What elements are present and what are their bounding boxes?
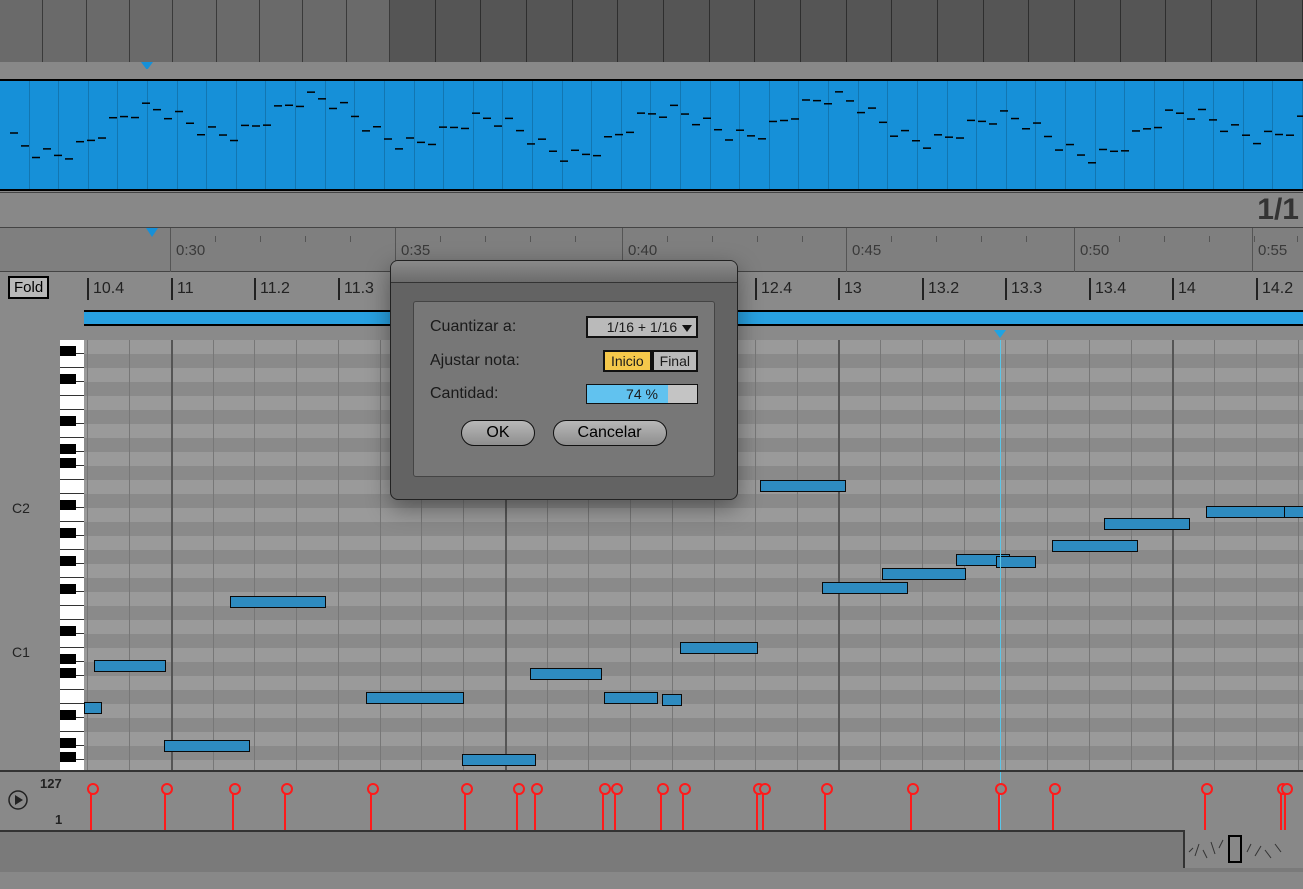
quantize-dialog: Cuantizar a: 1/16 + 1/16 Ajustar nota: I…: [390, 260, 738, 500]
midi-note[interactable]: [760, 480, 846, 492]
beat-ruler-label: 14.2: [1256, 278, 1293, 300]
cancel-button[interactable]: Cancelar: [553, 420, 667, 446]
beat-ruler-label: 12.4: [755, 278, 792, 300]
velocity-max-label: 127: [40, 776, 62, 791]
midi-note[interactable]: [530, 668, 602, 680]
beat-ruler-label: 10.4: [87, 278, 124, 300]
midi-note[interactable]: [230, 596, 326, 608]
midi-note[interactable]: [462, 754, 536, 766]
ok-button[interactable]: OK: [461, 420, 534, 446]
time-ruler-label: 0:50: [1080, 242, 1109, 259]
beat-ruler-label: 11.3: [338, 278, 374, 300]
velocity-marker[interactable]: [1280, 788, 1282, 830]
beat-ruler-label: 13: [838, 278, 862, 300]
velocity-marker[interactable]: [232, 788, 234, 830]
midi-note[interactable]: [662, 694, 682, 706]
quantize-resolution-select[interactable]: 1/16 + 1/16: [586, 316, 698, 338]
playhead-marker-icon[interactable]: [994, 330, 1006, 338]
velocity-marker[interactable]: [284, 788, 286, 830]
amount-label: Cantidad:: [430, 385, 586, 403]
velocity-marker[interactable]: [464, 788, 466, 830]
midi-clip-waveform: [0, 81, 1303, 193]
quantize-to-label: Cuantizar a:: [430, 318, 586, 336]
velocity-marker[interactable]: [534, 788, 536, 830]
midi-note[interactable]: [996, 556, 1036, 568]
velocity-marker[interactable]: [762, 788, 764, 830]
time-ruler-label: 0:40: [628, 242, 657, 259]
velocity-playhead: [1000, 772, 1001, 832]
adjust-start-toggle[interactable]: Inicio: [603, 350, 652, 372]
beat-ruler-label: 11.2: [254, 278, 290, 300]
midi-note[interactable]: [1206, 506, 1292, 518]
playhead[interactable]: [1000, 340, 1001, 770]
velocity-marker[interactable]: [1284, 788, 1286, 830]
piano-keyboard[interactable]: [60, 340, 84, 770]
velocity-min-label: 1: [55, 812, 62, 827]
velocity-marker[interactable]: [90, 788, 92, 830]
velocity-marker[interactable]: [910, 788, 912, 830]
midi-note[interactable]: [604, 692, 658, 704]
velocity-marker[interactable]: [516, 788, 518, 830]
key-label-c1: C1: [12, 644, 30, 660]
beat-ruler-label: 13.2: [922, 278, 959, 300]
time-ruler-label: 0:55: [1258, 242, 1287, 259]
clip-overview[interactable]: [0, 69, 1303, 192]
velocity-marker[interactable]: [1204, 788, 1206, 830]
midi-note[interactable]: [94, 660, 166, 672]
adjust-end-toggle[interactable]: Final: [652, 350, 698, 372]
adjust-note-label: Ajustar nota:: [430, 352, 603, 370]
grid-resolution-label: 1/1: [1257, 192, 1299, 228]
midi-note[interactable]: [1052, 540, 1138, 552]
fold-button[interactable]: Fold: [8, 276, 49, 299]
velocity-marker[interactable]: [614, 788, 616, 830]
play-icon[interactable]: [8, 790, 28, 810]
bottom-scrollbar[interactable]: [0, 830, 1303, 872]
velocity-marker[interactable]: [660, 788, 662, 830]
amount-slider[interactable]: 74 %: [586, 384, 698, 404]
time-ruler-label: 0:35: [401, 242, 430, 259]
midi-clip-overview[interactable]: [0, 79, 1303, 191]
beat-ruler-label: 14: [1172, 278, 1196, 300]
velocity-marker[interactable]: [824, 788, 826, 830]
velocity-marker[interactable]: [164, 788, 166, 830]
key-label-c2: C2: [12, 500, 30, 516]
beat-ruler-label: 11: [171, 278, 194, 300]
velocity-marker[interactable]: [682, 788, 684, 830]
velocity-marker[interactable]: [998, 788, 1000, 830]
midi-note[interactable]: [882, 568, 966, 580]
velocity-marker[interactable]: [602, 788, 604, 830]
midi-note[interactable]: [680, 642, 758, 654]
quantize-resolution-value: 1/16 + 1/16: [607, 319, 677, 335]
dialog-titlebar[interactable]: [391, 261, 737, 283]
midi-note[interactable]: [164, 740, 250, 752]
midi-note[interactable]: [1104, 518, 1190, 530]
midi-note[interactable]: [84, 702, 102, 714]
grid-resolution-row: [0, 192, 1303, 228]
midi-note[interactable]: [822, 582, 908, 594]
velocity-marker[interactable]: [370, 788, 372, 830]
bottom-minimap[interactable]: [1183, 830, 1303, 868]
velocity-marker[interactable]: [1052, 788, 1054, 830]
time-ruler-label: 0:45: [852, 242, 881, 259]
amount-value: 74 %: [587, 385, 697, 403]
velocity-lane[interactable]: 127 1: [0, 770, 1303, 830]
beat-ruler-label: 13.4: [1089, 278, 1126, 300]
time-ruler-label: 0:30: [176, 242, 205, 259]
midi-note[interactable]: [1284, 506, 1303, 518]
loop-marker-icon[interactable]: [146, 228, 158, 237]
arrangement-grid-right: [390, 0, 1303, 62]
velocity-marker[interactable]: [756, 788, 758, 830]
beat-ruler-label: 13.3: [1005, 278, 1042, 300]
arrangement-grid-left: [0, 0, 390, 62]
midi-note[interactable]: [366, 692, 464, 704]
